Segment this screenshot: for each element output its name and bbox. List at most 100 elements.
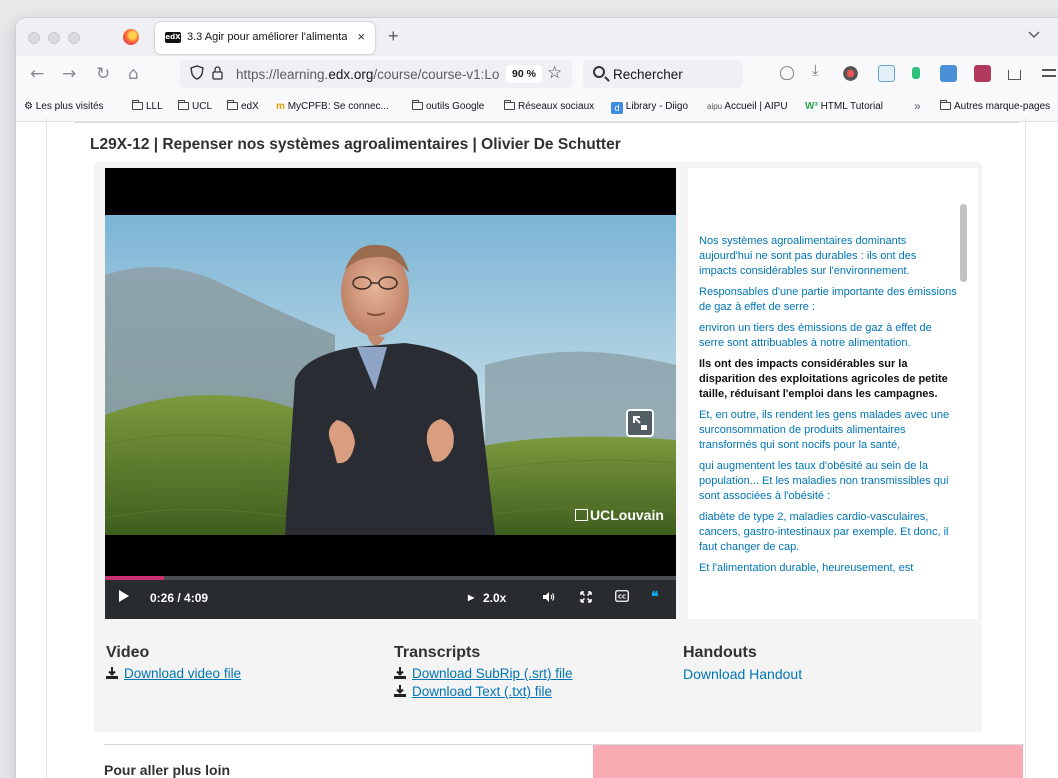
download-icon (106, 667, 118, 679)
reload-button[interactable]: ↻ (96, 64, 110, 84)
download-icon (394, 685, 406, 697)
lock-icon[interactable] (212, 66, 223, 80)
download-txt-link[interactable]: Download Text (.txt) file (394, 684, 573, 699)
svg-text:CC: CC (618, 595, 626, 601)
further-heading: Pour aller plus loin (104, 762, 231, 778)
play-button[interactable] (119, 590, 129, 605)
bookmark-les-plus-visites[interactable]: ⚙ Les plus visités (24, 101, 104, 112)
navigation-toolbar: ← → ↻ ⌂ https://learning.edx.org/course/… (16, 56, 1058, 92)
url-text[interactable]: https://learning.edx.org/course/course-v… (236, 67, 502, 82)
folder-icon (132, 100, 143, 110)
share-icon[interactable] (1008, 70, 1021, 80)
download-icon (394, 667, 406, 679)
bookmark-html-tutorial[interactable]: W³ HTML Tutorial (805, 101, 883, 112)
video-time: 0:26 / 4:09 (150, 591, 209, 605)
extension-gecko-icon[interactable] (842, 65, 859, 82)
extension-blue-icon[interactable] (940, 65, 957, 82)
tracking-shield-icon[interactable] (190, 65, 204, 84)
divider (74, 122, 1019, 123)
url-bar[interactable]: https://learning.edx.org/course/course-v… (180, 60, 572, 88)
folder-icon (178, 100, 189, 110)
transcript-line[interactable]: Et, en outre, ils rendent les gens malad… (699, 408, 957, 453)
tab-title: 3.3 Agir pour améliorer l'alimentati (187, 31, 347, 43)
transcript-list: Nos systèmes agroalimentaires dominants … (688, 168, 978, 576)
exit-fullscreen-icon[interactable] (626, 409, 654, 437)
chevron-down-icon[interactable] (1028, 28, 1040, 42)
zoom-window-button[interactable] (68, 32, 80, 44)
video-player[interactable]: UCLouvain 0:26 / 4:09 ▶ 2.0x CC ❝ (105, 168, 676, 619)
transcript-toggle-icon[interactable]: ❝ (651, 588, 659, 605)
bookmark-ucl[interactable]: UCL (178, 100, 212, 112)
download-srt-link[interactable]: Download SubRip (.srt) file (394, 666, 573, 681)
search-bar[interactable]: Rechercher (583, 60, 743, 88)
bookmark-edx[interactable]: edX (227, 100, 259, 112)
bookmark-lll[interactable]: LLL (132, 100, 163, 112)
handouts-heading: Handouts (683, 644, 757, 661)
aipu-icon: aipu (707, 102, 723, 111)
handouts-section: Handouts Download Handout (683, 644, 802, 684)
folder-icon (412, 100, 423, 110)
folder-icon (504, 100, 515, 110)
zoom-level-badge[interactable]: 90 % (506, 65, 542, 83)
w3-icon: W³ (805, 101, 818, 112)
closed-captions-icon[interactable]: CC (615, 590, 629, 605)
video-title: L29X-12 | Repenser nos systèmes agroalim… (90, 136, 621, 153)
bookmark-reseaux-sociaux[interactable]: Réseaux sociaux (504, 100, 594, 112)
transcript-panel[interactable]: Nos systèmes agroalimentaires dominants … (688, 168, 978, 619)
tab-close-icon[interactable]: × (357, 29, 365, 44)
bookmark-library-diigo[interactable]: d Library - Diigo (611, 101, 688, 114)
transcript-line[interactable]: qui augmentent les taux d'obésité au sei… (699, 459, 957, 504)
bookmark-outils-google[interactable]: outils Google (412, 100, 484, 112)
transcript-line[interactable]: Nos systèmes agroalimentaires dominants … (699, 234, 957, 279)
forward-button[interactable]: → (62, 64, 76, 84)
transcript-line[interactable]: Ils ont des impacts considérables sur la… (699, 357, 957, 402)
speed-button[interactable]: 2.0x (483, 591, 506, 605)
bookmark-autres-marque-pages[interactable]: Autres marque-pages (940, 100, 1050, 112)
uclouvain-book-icon (575, 509, 588, 521)
folder-icon (940, 100, 951, 110)
transcript-line[interactable]: environ un tiers des émissions de gaz à … (699, 321, 957, 351)
video-frame[interactable] (105, 215, 676, 535)
download-video-link[interactable]: Download video file (106, 666, 241, 681)
transcript-scroll-thumb[interactable] (960, 204, 967, 282)
bookmark-star-icon[interactable]: ☆ (547, 63, 562, 83)
search-input[interactable]: Rechercher (613, 67, 683, 82)
menu-icon[interactable] (1042, 69, 1056, 77)
home-button[interactable]: ⌂ (128, 64, 139, 84)
bookmarks-overflow-button[interactable]: » (914, 99, 921, 113)
tab-strip: edX 3.3 Agir pour améliorer l'alimentati… (16, 18, 1058, 56)
transcript-line[interactable]: diabète de type 2, maladies cardio-vascu… (699, 510, 957, 555)
search-icon (593, 66, 605, 78)
video-heading: Video (106, 644, 150, 661)
download-handout-link[interactable]: Download Handout (683, 666, 802, 682)
transcript-line[interactable]: Responsables d'une partie importante des… (699, 285, 957, 315)
back-button[interactable]: ← (30, 64, 44, 84)
transcript-scrollbar[interactable] (958, 174, 968, 614)
extension-red-icon[interactable] (974, 65, 991, 82)
transcript-line[interactable]: Et l'alimentation durable, heureusement,… (699, 561, 957, 576)
transcripts-download-section: Transcripts Download SubRip (.srt) file … (394, 644, 573, 702)
bookmark-mycpfb[interactable]: m MyCPFB: Se connec... (276, 101, 389, 112)
video-download-section: Video Download video file (106, 644, 241, 684)
gear-icon: ⚙ (24, 101, 33, 112)
folder-icon (227, 100, 238, 110)
volume-icon[interactable] (543, 591, 555, 606)
browser-window: edX 3.3 Agir pour améliorer l'alimentati… (16, 18, 1058, 778)
fullscreen-icon[interactable] (580, 591, 592, 606)
diigo-icon: d (611, 102, 623, 114)
close-window-button[interactable] (28, 32, 40, 44)
video-controls: 0:26 / 4:09 ▶ 2.0x CC ❝ (105, 576, 676, 619)
highlight-block (593, 745, 1023, 778)
screenshot-extension-icon[interactable] (878, 65, 895, 82)
uclouvain-logo: UCLouvain (575, 507, 664, 523)
edx-favicon-icon: edX (165, 32, 181, 43)
firefox-icon (123, 29, 139, 45)
evernote-extension-icon[interactable] (912, 67, 920, 79)
bookmark-accueil-aipu[interactable]: aipu Accueil | AIPU (707, 101, 788, 112)
downloads-icon[interactable]: ⤓ (812, 62, 829, 79)
pocket-icon[interactable] (780, 66, 794, 80)
new-tab-button[interactable]: + (388, 26, 399, 47)
video-progress-bar[interactable] (105, 576, 676, 580)
minimize-window-button[interactable] (48, 32, 60, 44)
tab-course[interactable]: edX 3.3 Agir pour améliorer l'alimentati… (155, 22, 375, 54)
